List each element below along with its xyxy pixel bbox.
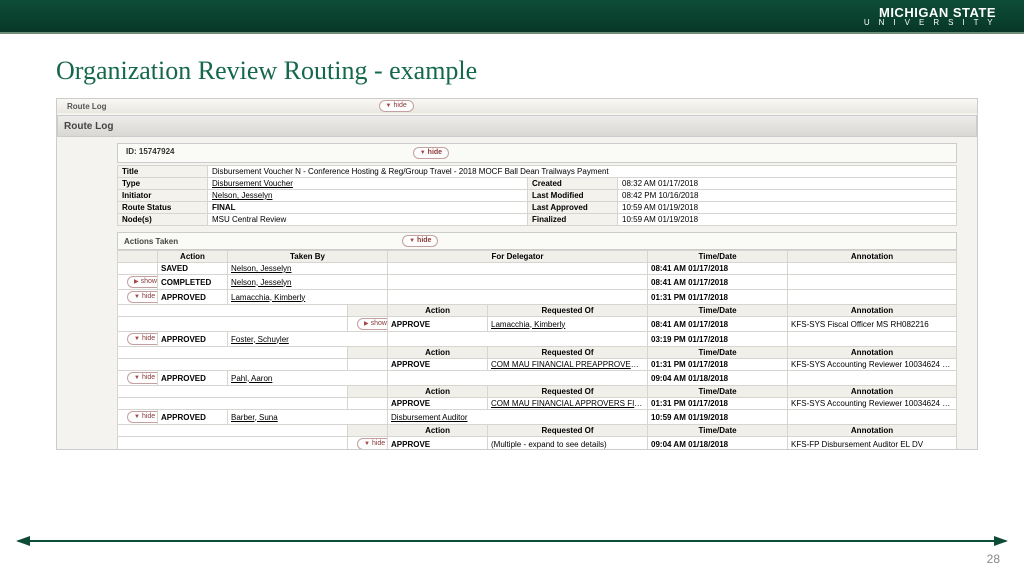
hide-button-row[interactable]: hide bbox=[127, 372, 158, 384]
table-row: SAVED Nelson, Jesselyn 08:41 AM 01/17/20… bbox=[118, 263, 957, 275]
meta-nodes-val: MSU Central Review bbox=[208, 214, 528, 226]
show-button[interactable]: show bbox=[127, 276, 158, 288]
doc-id: ID: 15747924 bbox=[126, 147, 174, 156]
col-fordel: For Delegator bbox=[388, 251, 648, 263]
msu-logo: MICHIGAN STATE U N I V E R S I T Y bbox=[864, 6, 996, 27]
col-timedate: Time/Date bbox=[648, 251, 788, 263]
table-row: hide APPROVED Lamacchia, Kimberly 01:31 … bbox=[118, 290, 957, 305]
meta-table: Title Disbursement Voucher N - Conferenc… bbox=[117, 165, 957, 226]
meta-type-lbl: Type bbox=[118, 178, 208, 190]
meta-created-lbl: Created bbox=[528, 178, 618, 190]
id-bar: ID: 15747924 hide bbox=[117, 143, 957, 163]
logo-line1: MICHIGAN STATE bbox=[864, 6, 996, 19]
route-log-label-outer: Route Log bbox=[61, 100, 113, 113]
hide-button-row[interactable]: hide bbox=[127, 333, 158, 345]
page-title: Organization Review Routing - example bbox=[56, 56, 1024, 86]
hide-button-row[interactable]: hide bbox=[357, 438, 388, 450]
col-action: Action bbox=[158, 251, 228, 263]
meta-route-val: FINAL bbox=[208, 202, 528, 214]
actions-grid: Action Taken By For Delegator Time/Date … bbox=[117, 250, 957, 450]
table-row: APPROVE COM MAU FINANCIAL PREAPPROVERS 1… bbox=[118, 359, 957, 371]
col-annotation: Annotation bbox=[788, 251, 957, 263]
meta-final-val: 10:59 AM 01/19/2018 bbox=[618, 214, 957, 226]
meta-lastmod-lbl: Last Modified bbox=[528, 190, 618, 202]
hide-button-row[interactable]: hide bbox=[127, 291, 158, 303]
hide-button-row[interactable]: hide bbox=[127, 411, 158, 423]
meta-init-lbl: Initiator bbox=[118, 190, 208, 202]
actions-taken-label: Actions Taken bbox=[124, 237, 178, 246]
table-row: hide APPROVED Foster, Schuyler 03:19 PM … bbox=[118, 332, 957, 347]
hide-button-outer[interactable]: hide bbox=[379, 100, 414, 112]
hide-button-actions[interactable]: hide bbox=[402, 235, 438, 247]
route-log-title: Route Log bbox=[64, 121, 113, 132]
route-log-panel-header: Route Log bbox=[57, 115, 977, 137]
app-screenshot: Route Log hide Route Log ID: 15747924 hi… bbox=[56, 98, 978, 450]
sub-col-action: Action bbox=[388, 305, 488, 317]
table-row: hide APPROVED Pahl, Aaron 09:04 AM 01/18… bbox=[118, 371, 957, 386]
table-row: hide APPROVE (Multiple - expand to see d… bbox=[118, 437, 957, 451]
sub-col-reqof: Requested Of bbox=[488, 305, 648, 317]
meta-lastapp-val: 10:59 AM 01/19/2018 bbox=[618, 202, 957, 214]
meta-created-val: 08:32 AM 01/17/2018 bbox=[618, 178, 957, 190]
meta-title-val: Disbursement Voucher N - Conference Host… bbox=[208, 166, 957, 178]
meta-lastmod-val: 08:42 PM 10/16/2018 bbox=[618, 190, 957, 202]
outer-section-tab: Route Log hide bbox=[57, 99, 977, 113]
table-row: hide APPROVED Barber, Suna Disbursement … bbox=[118, 410, 957, 425]
header-bar: MICHIGAN STATE U N I V E R S I T Y bbox=[0, 0, 1024, 34]
meta-final-lbl: Finalized bbox=[528, 214, 618, 226]
meta-lastapp-lbl: Last Approved bbox=[528, 202, 618, 214]
meta-init-link[interactable]: Nelson, Jesselyn bbox=[212, 191, 272, 200]
table-row: show COMPLETED Nelson, Jesselyn 08:41 AM… bbox=[118, 275, 957, 290]
sub-col-blank bbox=[348, 305, 388, 317]
meta-title-lbl: Title bbox=[118, 166, 208, 178]
table-row: APPROVE COM MAU FINANCIAL APPROVERS FINA… bbox=[118, 398, 957, 410]
table-row: show APPROVE Lamacchia, Kimberly 08:41 A… bbox=[118, 317, 957, 332]
hide-button-id[interactable]: hide bbox=[413, 147, 449, 159]
page-number: 28 bbox=[987, 552, 1000, 566]
meta-type-link[interactable]: Disbursement Voucher bbox=[212, 179, 293, 188]
sub-col-ann: Annotation bbox=[788, 305, 957, 317]
logo-line2: U N I V E R S I T Y bbox=[864, 19, 996, 27]
col-blank bbox=[118, 251, 158, 263]
sub-col-td: Time/Date bbox=[648, 305, 788, 317]
footer-rule bbox=[18, 540, 1006, 542]
meta-route-lbl: Route Status bbox=[118, 202, 208, 214]
actions-taken-bar: Actions Taken hide bbox=[117, 232, 957, 250]
show-button[interactable]: show bbox=[357, 318, 388, 330]
meta-nodes-lbl: Node(s) bbox=[118, 214, 208, 226]
col-takenby: Taken By bbox=[228, 251, 388, 263]
